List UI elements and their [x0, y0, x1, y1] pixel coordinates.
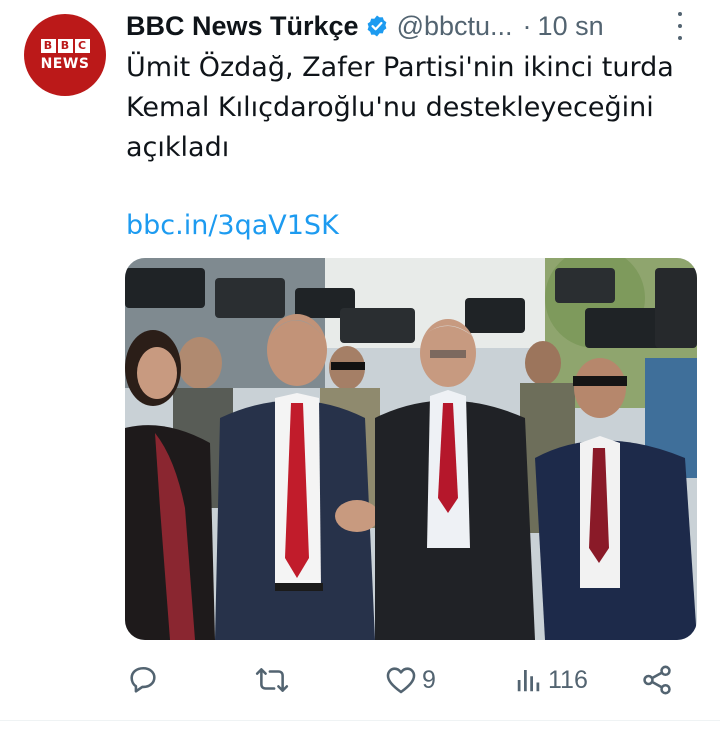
views-chart-icon	[517, 670, 540, 692]
avatar[interactable]: B B C NEWS	[24, 14, 106, 96]
like-button[interactable]: 9	[384, 660, 436, 700]
bbc-logo-news: NEWS	[40, 55, 90, 72]
reply-button[interactable]	[126, 660, 164, 700]
tweet-actions: 9 116	[126, 660, 686, 700]
handle[interactable]: @bbctu...	[397, 11, 513, 42]
bbc-logo: B B C	[40, 38, 90, 53]
like-count: 9	[422, 665, 436, 694]
views-count: 116	[548, 665, 588, 694]
tweet-link[interactable]: bbc.in/3qaV1SK	[126, 206, 339, 246]
tweet-photo[interactable]	[125, 258, 697, 640]
bbc-logo-letter: B	[40, 38, 56, 53]
more-options-icon[interactable]	[670, 12, 690, 40]
retweet-icon	[255, 668, 289, 692]
share-icon	[643, 665, 671, 695]
tweet-header: BBC News Türkçe @bbctu... · 10 sn	[126, 8, 686, 44]
bbc-logo-letter: C	[74, 38, 90, 53]
views-button[interactable]: 116	[514, 660, 588, 700]
share-button[interactable]	[640, 660, 674, 700]
heart-icon	[386, 667, 416, 694]
bbc-logo-letter: B	[57, 38, 73, 53]
separator-dot: ·	[522, 10, 532, 41]
timestamp[interactable]: 10 sn	[538, 11, 604, 42]
verified-badge-icon	[365, 14, 389, 38]
divider	[0, 720, 720, 721]
retweet-button[interactable]	[254, 660, 294, 700]
photo-illustration	[125, 258, 697, 640]
display-name[interactable]: BBC News Türkçe	[126, 11, 359, 42]
reply-icon	[130, 666, 156, 693]
tweet-text: Ümit Özdağ, Zafer Partisi'nin ikinci tur…	[126, 52, 674, 163]
